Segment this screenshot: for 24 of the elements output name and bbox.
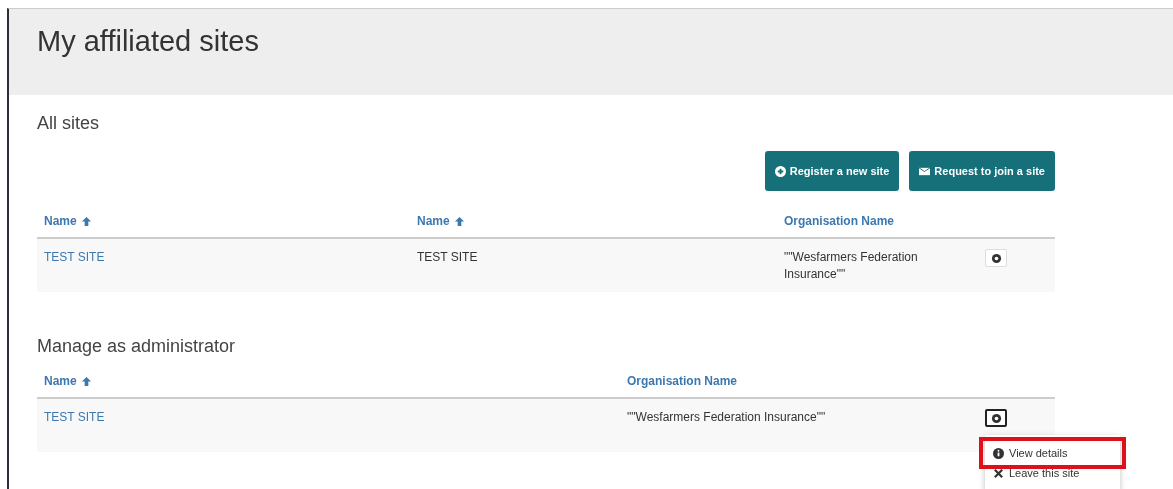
column-header[interactable]: Organisation Name [784,214,895,228]
action-button[interactable]: Register a new site [764,151,900,191]
menu-item[interactable]: View details [985,443,1120,463]
menu-item[interactable]: Leave this site [985,463,1120,483]
close-icon [993,467,1004,479]
column-header[interactable]: Name [417,214,450,228]
column-header[interactable]: Name [44,374,77,388]
info-icon [993,447,1004,459]
plus-circle-icon [774,165,786,177]
site-link[interactable]: TEST SITE [44,409,105,426]
table-cell: TEST SITE [417,249,478,266]
section-heading: Manage as administrator [37,336,236,357]
settings-icon [990,252,1002,264]
settings-button[interactable] [985,409,1007,427]
table-cell-text: ""Wesfarmers Federation Insurance"" [784,249,919,283]
settings-icon [990,412,1002,424]
envelope-icon [919,165,931,177]
section-heading: All sites [37,113,99,134]
table-cell: ""Wesfarmers Federation Insurance"" [627,409,826,426]
page-title: My affiliated sites [37,25,259,58]
column-header[interactable]: Organisation Name [627,374,738,388]
action-button[interactable]: Request to join a site [909,151,1055,191]
site-link[interactable]: TEST SITE [44,249,105,266]
column-header[interactable]: Name [44,214,77,228]
